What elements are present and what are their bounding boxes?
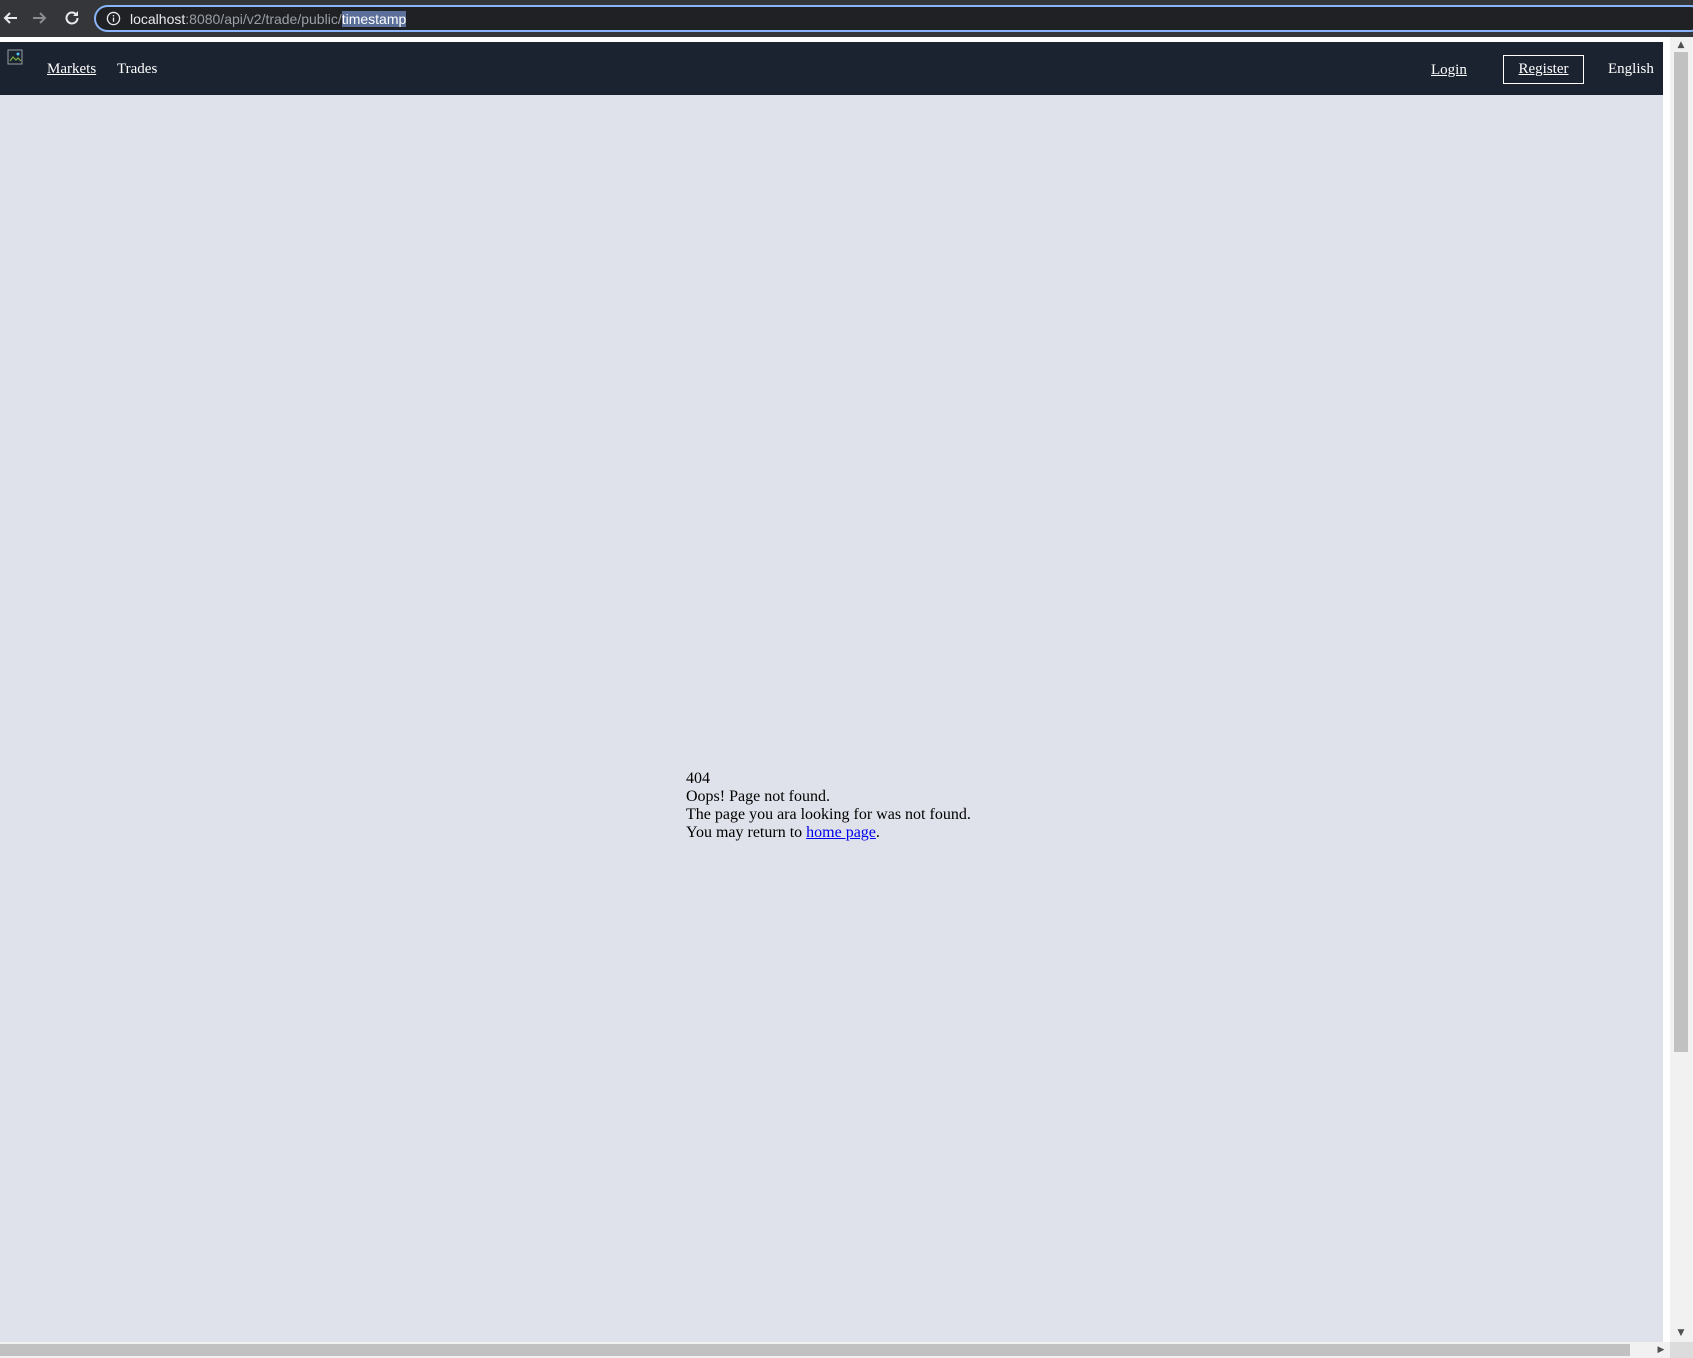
reload-icon[interactable] xyxy=(61,7,83,29)
nav-markets[interactable]: Markets xyxy=(47,61,96,78)
site-header: Markets Trades Login Register English xyxy=(0,42,1663,95)
url-text: localhost:8080/api/v2/trade/public/times… xyxy=(130,10,407,27)
home-page-link[interactable]: home page xyxy=(806,824,876,841)
vertical-scroll-thumb[interactable] xyxy=(1674,52,1688,1052)
horizontal-scroll-thumb[interactable] xyxy=(0,1344,1630,1356)
url-path: :8080/api/v2/trade/public/ xyxy=(185,10,342,27)
return-line: You may return to home page. xyxy=(686,824,971,842)
broken-logo-icon[interactable] xyxy=(7,49,25,67)
error-code: 404 xyxy=(686,770,710,787)
scroll-up-icon[interactable]: ▲ xyxy=(1675,39,1687,51)
horizontal-scrollbar[interactable]: ▶ xyxy=(0,1342,1670,1358)
back-icon[interactable] xyxy=(0,7,22,29)
url-selected: timestamp xyxy=(341,10,407,27)
browser-window: localhost:8080/api/v2/trade/public/times… xyxy=(0,0,1693,1358)
page-viewport: Markets Trades Login Register English 40… xyxy=(0,42,1663,1342)
scrollbar-corner xyxy=(1670,1342,1693,1358)
error-description: The page you ara looking for was not fou… xyxy=(686,806,971,823)
nav-trades[interactable]: Trades xyxy=(117,61,157,78)
address-bar[interactable]: localhost:8080/api/v2/trade/public/times… xyxy=(94,5,1693,32)
vertical-scrollbar[interactable]: ▲ ▼ xyxy=(1670,37,1693,1342)
scroll-right-icon[interactable]: ▶ xyxy=(1655,1344,1667,1356)
url-host: localhost xyxy=(130,10,186,27)
error-message: 404 Oops! Page not found. The page you a… xyxy=(686,770,971,842)
register-button[interactable]: Register xyxy=(1503,55,1584,84)
info-icon[interactable] xyxy=(105,11,121,27)
return-prefix: You may return to xyxy=(686,824,807,841)
browser-toolbar: localhost:8080/api/v2/trade/public/times… xyxy=(0,0,1693,37)
login-link[interactable]: Login xyxy=(1431,62,1467,79)
forward-icon[interactable] xyxy=(28,7,50,29)
return-suffix: . xyxy=(875,824,880,841)
language-selector[interactable]: English xyxy=(1608,61,1654,78)
scroll-down-icon[interactable]: ▼ xyxy=(1675,1327,1687,1339)
error-title: Oops! Page not found. xyxy=(686,788,830,805)
